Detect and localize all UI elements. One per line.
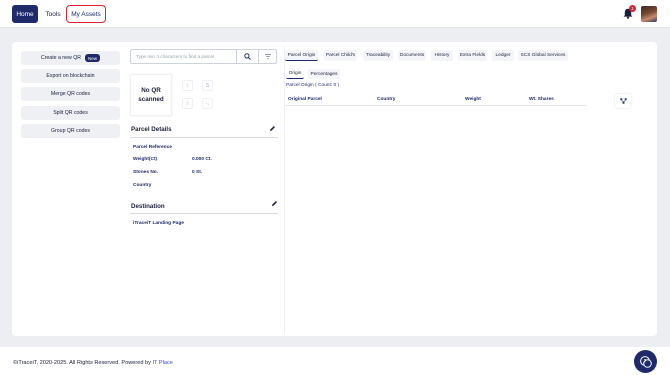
- edit-destination-icon[interactable]: [271, 200, 278, 207]
- column-original-parcel: Original Parcel: [288, 97, 322, 102]
- tab-traceability[interactable]: Traceability: [363, 50, 393, 61]
- top-nav: Home Tools My Assets 1: [0, 0, 670, 28]
- column-wt-shares: Wt. Shares: [529, 97, 554, 102]
- country-label: Country: [133, 183, 152, 188]
- nav-home-button[interactable]: Home: [12, 5, 38, 23]
- stones-label: Stones No.: [133, 170, 159, 175]
- weight-label: Weight(Ct): [133, 157, 158, 162]
- footer: ©iTraceiT, 2020-2025. All Rights Reserve…: [0, 347, 670, 375]
- chat-icon: ?: [639, 355, 652, 368]
- divider: [130, 213, 278, 214]
- tab-parcel-origin[interactable]: Parcel Origin: [285, 50, 318, 61]
- split-qr-button[interactable]: Split QR codes: [21, 106, 120, 120]
- tab-documents[interactable]: Documents: [398, 50, 426, 61]
- main-card: Create a new QR New Export on blockchain…: [12, 42, 657, 336]
- subtab-percentages[interactable]: Percentages: [308, 69, 340, 79]
- tab-history[interactable]: History: [431, 50, 453, 61]
- tab-extra-fields[interactable]: Extra Fields: [458, 50, 487, 61]
- table-header-divider: [286, 105, 586, 106]
- merge-qr-button[interactable]: Merge QR codes: [21, 87, 120, 101]
- group-qr-button[interactable]: Group QR codes: [21, 124, 120, 138]
- column-country: Country: [377, 97, 396, 102]
- search-input[interactable]: Type min 3 characters to find a parcel: [130, 49, 237, 64]
- notification-badge: 1: [629, 5, 636, 12]
- download-icon[interactable]: ⇩: [182, 80, 193, 91]
- link-icon[interactable]: ⤷: [202, 98, 213, 109]
- column-weight: Weight: [465, 97, 481, 102]
- subtab-origin[interactable]: Origin: [286, 69, 304, 79]
- copy-icon[interactable]: ⧉: [202, 80, 213, 91]
- new-badge: New: [85, 54, 101, 62]
- parcel-details-title: Parcel Details: [131, 126, 172, 133]
- filter-button[interactable]: [259, 49, 277, 64]
- it-place-link[interactable]: IT Place: [152, 360, 172, 366]
- avatar[interactable]: [641, 6, 657, 22]
- upload-icon[interactable]: ⇧: [182, 98, 193, 109]
- footer-copyright: ©iTraceiT, 2020-2025. All Rights Reserve…: [13, 360, 173, 366]
- columns-settings-button[interactable]: [615, 94, 631, 108]
- divider: [130, 137, 278, 138]
- parcel-reference-label: Parcel Reference: [133, 145, 172, 150]
- nav-tools-button[interactable]: Tools: [44, 5, 62, 23]
- create-qr-button[interactable]: Create a new QR New: [21, 51, 120, 65]
- tab-ledger[interactable]: Ledger: [492, 50, 514, 61]
- stones-value: 0 St.: [192, 170, 203, 175]
- origin-count: Parcel Origin ( Count: 0 ): [286, 83, 340, 88]
- tab-parcel-childs[interactable]: Parcel Child's: [324, 50, 357, 61]
- copyright-text: ©iTraceiT, 2020-2025. All Rights Reserve…: [13, 360, 153, 366]
- hierarchy-icon: [619, 98, 627, 104]
- filter-icon: [264, 54, 271, 59]
- export-blockchain-button[interactable]: Export on blockchain: [21, 69, 120, 83]
- qr-status: No QR scanned: [138, 87, 164, 103]
- search-button[interactable]: [237, 49, 259, 64]
- qr-preview: No QR scanned: [130, 74, 172, 116]
- landing-page-link[interactable]: iTraceiT Landing Page: [133, 221, 184, 226]
- support-chat-button[interactable]: ?: [634, 350, 657, 373]
- column-divider: [284, 47, 285, 333]
- create-qr-label: Create a new QR: [40, 55, 82, 61]
- search-icon: [244, 53, 251, 60]
- edit-parcel-icon[interactable]: [269, 125, 276, 132]
- tab-scs-global-services[interactable]: SCS Global Services: [518, 50, 568, 61]
- weight-value: 0.000 Ct.: [192, 157, 212, 162]
- nav-my-assets-button[interactable]: My Assets: [66, 5, 106, 23]
- svg-text:?: ?: [643, 358, 646, 364]
- destination-title: Destination: [131, 203, 165, 210]
